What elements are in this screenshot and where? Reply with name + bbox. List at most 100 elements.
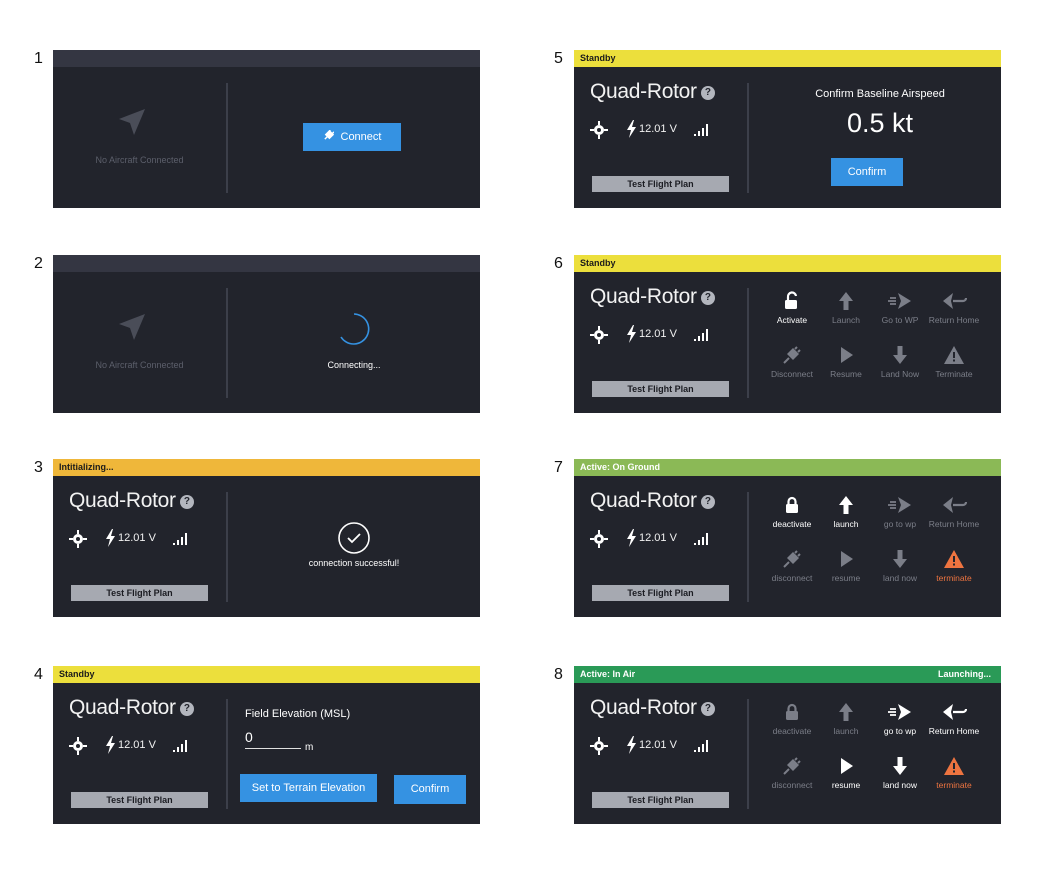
command-terminate[interactable]: terminate (926, 756, 982, 790)
elevation-input[interactable]: 0 (245, 729, 301, 749)
command-terminate[interactable]: Terminate (926, 345, 982, 379)
plug-icon (323, 129, 335, 140)
voltage-value: 12.01 V (639, 123, 677, 135)
command-resume[interactable]: resume (818, 756, 874, 790)
confirm-button[interactable]: Confirm (831, 158, 903, 186)
elevation-unit: m (305, 742, 314, 753)
command-label: Land Now (880, 369, 920, 379)
loading-spinner-icon (340, 313, 370, 345)
help-icon[interactable]: ? (700, 495, 715, 509)
command-return-home[interactable]: Return Home (926, 291, 982, 325)
panel-initializing: Intitializing... Quad-Rotor? 12.01 V Tes… (53, 459, 480, 617)
command-return-home[interactable]: Return Home (926, 702, 982, 736)
flight-plan-button[interactable]: Test Flight Plan (71, 792, 208, 808)
location-icon (590, 121, 608, 139)
bolt-icon (627, 120, 636, 138)
divider (747, 83, 749, 193)
command-launch[interactable]: launch (818, 495, 874, 529)
status-text: Standby (580, 53, 616, 63)
command-launch[interactable]: Launch (818, 291, 874, 325)
command-label: launch (833, 726, 859, 736)
airspeed-heading: Confirm Baseline Airspeed (815, 88, 945, 100)
command-resume[interactable]: Resume (818, 345, 874, 379)
aircraft-name: Quad-Rotor (590, 489, 697, 512)
command-label: terminate (936, 573, 972, 583)
location-icon (69, 737, 87, 755)
help-icon[interactable]: ? (700, 702, 715, 716)
command-resume[interactable]: resume (818, 549, 874, 583)
command-label: Resume (830, 369, 862, 379)
command-label: Launch (832, 315, 860, 325)
command-terminate[interactable]: terminate (926, 549, 982, 583)
help-icon[interactable]: ? (700, 86, 715, 100)
plug-icon (764, 549, 820, 569)
bolt-icon (106, 529, 115, 547)
status-bar: Standby (53, 666, 480, 683)
goto-wp-icon (872, 291, 928, 311)
command-go-to-wp[interactable]: go to wp (872, 702, 928, 736)
status-text: Intitializing... (59, 462, 114, 472)
command-label: land now (882, 780, 918, 790)
flight-plan-button[interactable]: Test Flight Plan (592, 176, 729, 192)
panel-disconnected: No Aircraft Connected Connect (53, 50, 480, 208)
connect-button-label: Connect (340, 131, 382, 143)
divider (226, 288, 228, 398)
command-label: resume (831, 573, 861, 583)
plug-icon (764, 756, 820, 776)
arrow-down-icon (872, 345, 928, 365)
play-icon (818, 549, 874, 569)
command-return-home[interactable]: Return Home (926, 495, 982, 529)
help-icon[interactable]: ? (700, 291, 715, 305)
signal-icon (173, 533, 187, 545)
command-disconnect[interactable]: disconnect (764, 756, 820, 790)
command-deactivate[interactable]: deactivate (764, 702, 820, 736)
play-icon (818, 756, 874, 776)
help-icon[interactable]: ? (179, 495, 194, 509)
voltage-value: 12.01 V (639, 739, 677, 751)
flight-plan-button[interactable]: Test Flight Plan (592, 792, 729, 808)
aircraft-name: Quad-Rotor (69, 489, 176, 512)
aircraft-title: Quad-Rotor? (590, 489, 715, 513)
command-land-now[interactable]: land now (872, 756, 928, 790)
command-disconnect[interactable]: disconnect (764, 549, 820, 583)
arrow-down-icon (872, 549, 928, 569)
bolt-icon (627, 325, 636, 343)
step-number: 7 (554, 459, 563, 476)
voltage-value: 12.01 V (118, 532, 156, 544)
confirm-button[interactable]: Confirm (394, 775, 466, 804)
aircraft-title: Quad-Rotor? (69, 696, 194, 720)
arrow-up-icon (818, 702, 874, 722)
location-icon (590, 326, 608, 344)
help-icon[interactable]: ? (179, 702, 194, 716)
aircraft-name: Quad-Rotor (69, 696, 176, 719)
command-label: Terminate (935, 369, 973, 379)
command-disconnect[interactable]: Disconnect (764, 345, 820, 379)
panel-connecting: No Aircraft Connected Connecting... (53, 255, 480, 413)
status-text: Active: In Air (580, 669, 636, 679)
command-label: Disconnect (770, 369, 814, 379)
check-circle-icon (338, 522, 370, 554)
aircraft-name: Quad-Rotor (590, 80, 697, 103)
command-go-to-wp[interactable]: go to wp (872, 495, 928, 529)
command-go-to-wp[interactable]: Go to WP (872, 291, 928, 325)
command-label: deactivate (772, 519, 812, 529)
step-number: 3 (34, 459, 43, 476)
divider (226, 699, 228, 809)
success-label: connection successful! (308, 558, 400, 568)
connect-button[interactable]: Connect (303, 123, 401, 151)
flight-plan-button[interactable]: Test Flight Plan (71, 585, 208, 601)
command-land-now[interactable]: land now (872, 549, 928, 583)
signal-icon (173, 740, 187, 752)
command-deactivate[interactable]: deactivate (764, 495, 820, 529)
terrain-elevation-button[interactable]: Set to Terrain Elevation (240, 774, 377, 802)
divider (226, 83, 228, 193)
aircraft-name: Quad-Rotor (590, 285, 697, 308)
flight-plan-button[interactable]: Test Flight Plan (592, 585, 729, 601)
no-aircraft-area: No Aircraft Connected (53, 67, 226, 208)
command-launch[interactable]: launch (818, 702, 874, 736)
command-label: land now (882, 573, 918, 583)
command-land-now[interactable]: Land Now (872, 345, 928, 379)
flight-plan-button[interactable]: Test Flight Plan (592, 381, 729, 397)
command-activate[interactable]: Activate (764, 291, 820, 325)
warning-icon (926, 345, 982, 365)
